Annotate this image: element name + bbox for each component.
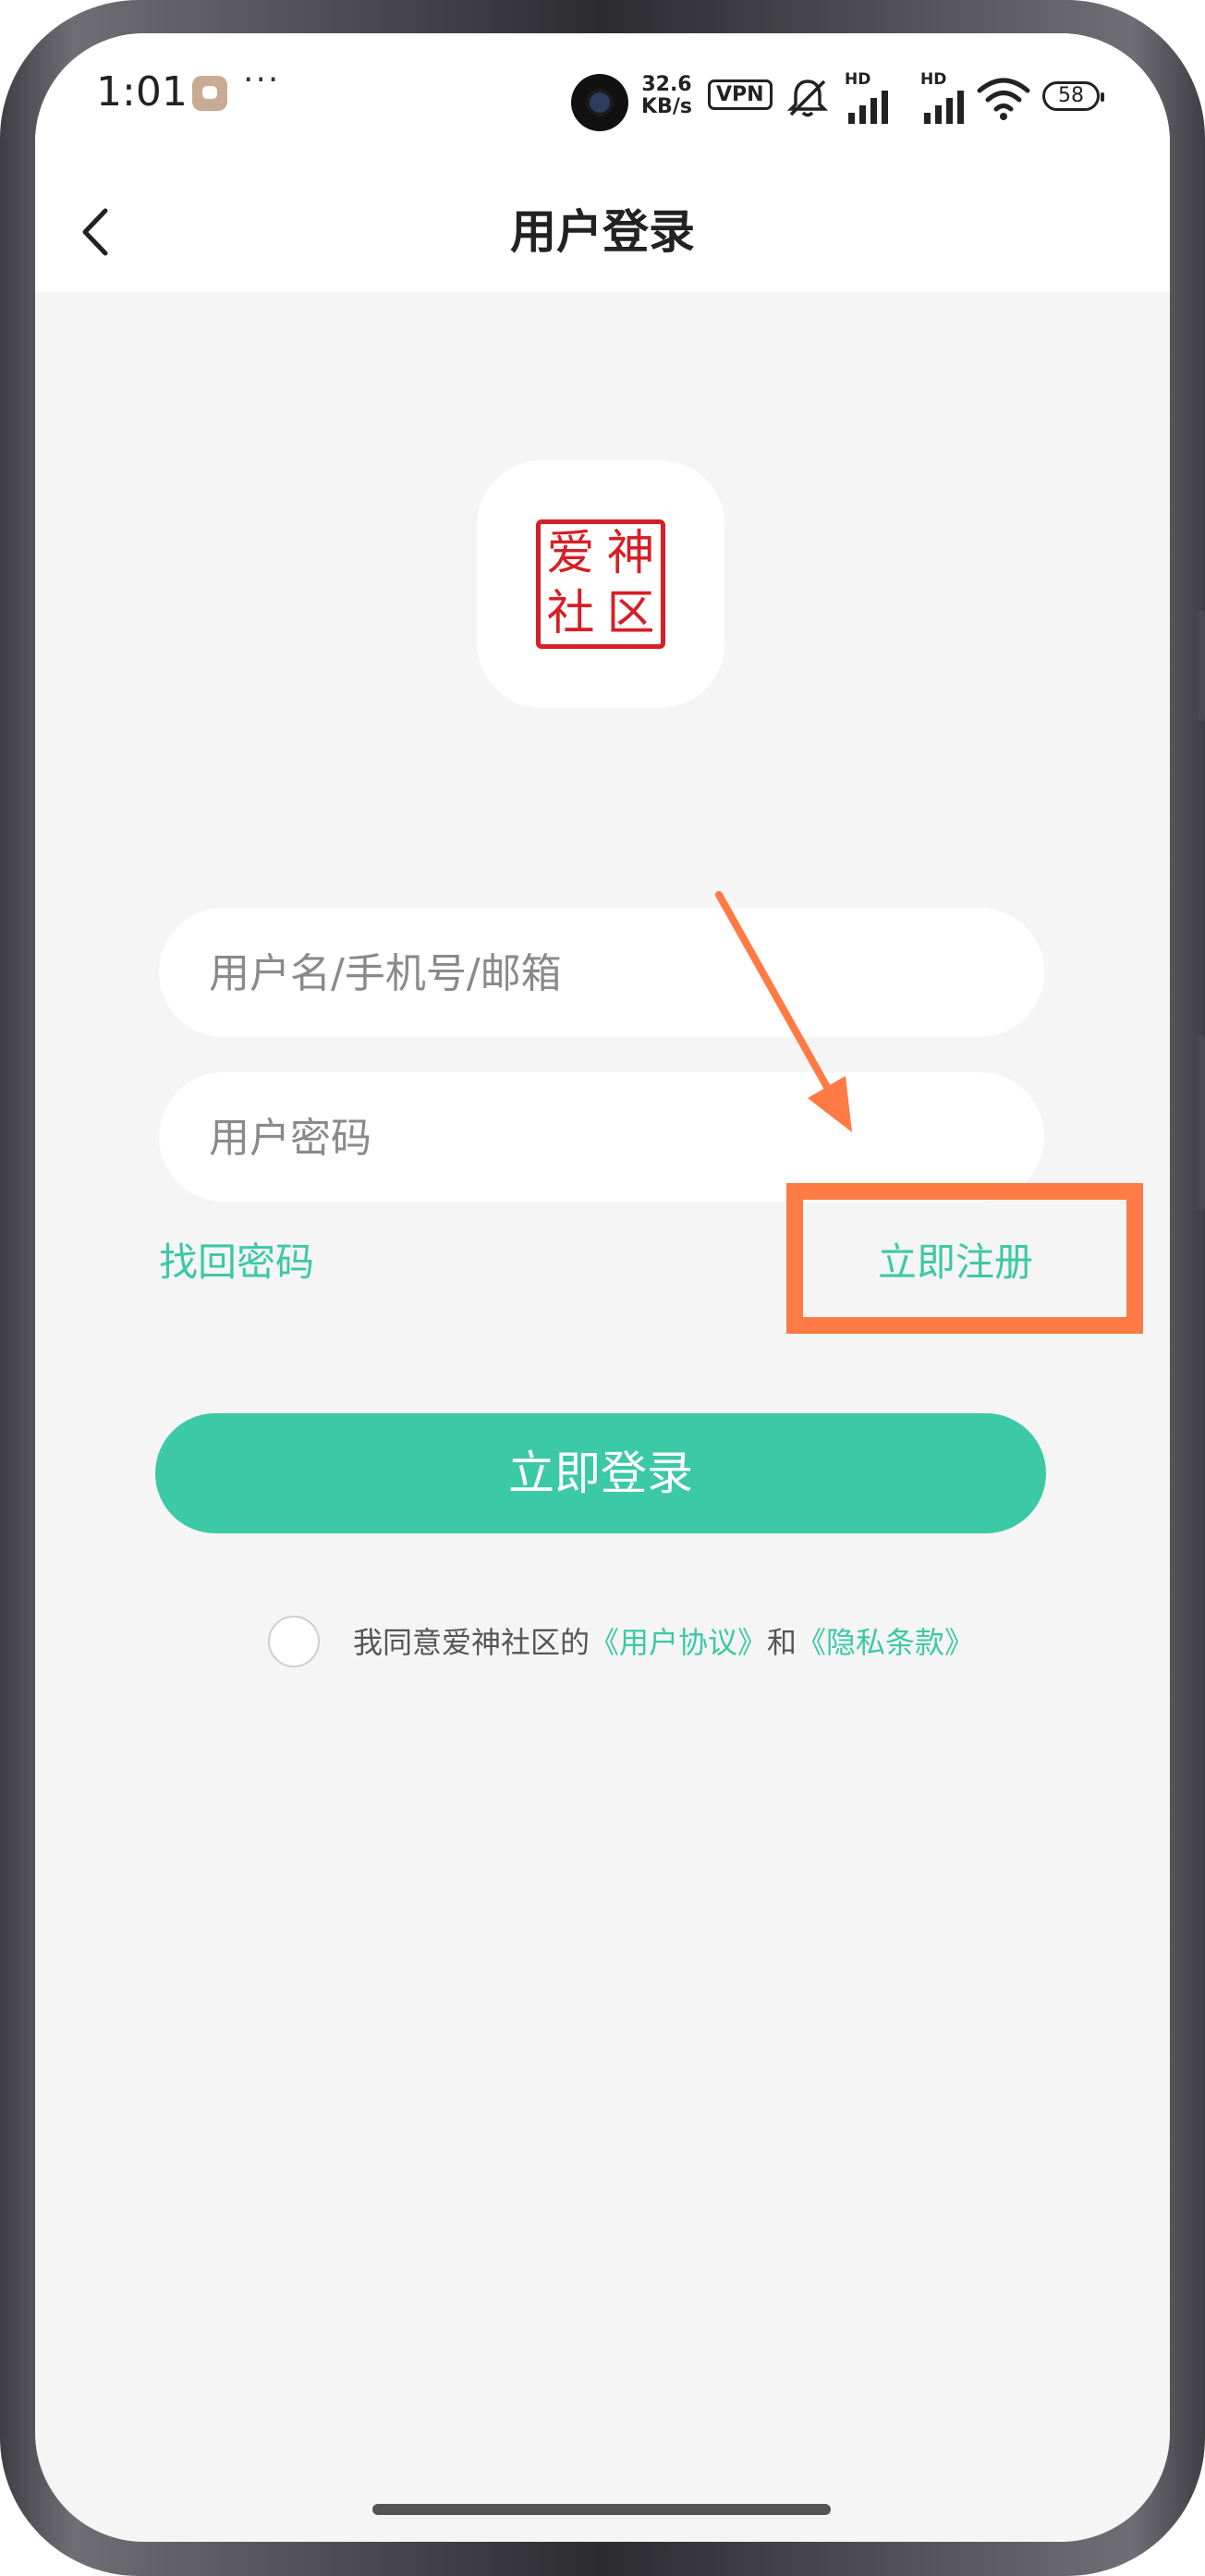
battery-indicator: 58: [1042, 81, 1104, 111]
signal-2: HD: [920, 70, 980, 126]
signal-1: HD: [845, 70, 904, 126]
network-speed: 32.6 KB/s: [641, 74, 692, 118]
username-field[interactable]: [159, 908, 1044, 1039]
signal-1-label: HD: [845, 70, 871, 89]
network-speed-value: 32.6: [641, 73, 692, 96]
status-bar: 1:01 ··· 32.6 KB/s VPN HD HD 58: [35, 33, 1170, 172]
signal-bars-icon: [924, 91, 964, 124]
phone-frame: 1:01 ··· 32.6 KB/s VPN HD HD 58 用户登录 爱 神…: [0, 0, 1205, 2576]
privacy-policy-link[interactable]: 《隐私条款》: [797, 1625, 974, 1660]
seal-logo: 爱 神 社 区: [536, 519, 665, 649]
app-notification-icon: [192, 76, 227, 111]
side-button: [1198, 1035, 1205, 1211]
side-button: [1198, 610, 1205, 721]
user-agreement-link[interactable]: 《用户协议》: [590, 1625, 767, 1660]
bell-off-icon: [786, 79, 829, 117]
home-indicator[interactable]: [372, 2504, 831, 2515]
register-link[interactable]: 立即注册: [878, 1235, 1033, 1290]
forgot-password-link[interactable]: 找回密码: [159, 1235, 314, 1290]
signal-bars-icon: [848, 91, 888, 124]
password-field[interactable]: [159, 1072, 1044, 1203]
seal-char: 爱: [546, 526, 595, 581]
front-camera: [571, 74, 628, 131]
agreement-conjunction: 和: [767, 1625, 797, 1660]
agreement-text: 我同意爱神社区的《用户协议》和《隐私条款》: [353, 1619, 974, 1666]
seal-char: 区: [606, 586, 655, 641]
wifi-icon: [977, 78, 1030, 120]
seal-char: 社: [546, 586, 595, 641]
login-button[interactable]: 立即登录: [155, 1413, 1046, 1533]
nav-bar: 用户登录: [35, 172, 1170, 292]
username-input[interactable]: [207, 908, 1005, 1039]
more-notifications-icon: ···: [243, 61, 281, 99]
vpn-badge: VPN: [708, 79, 773, 110]
network-speed-unit: KB/s: [641, 95, 692, 118]
signal-2-label: HD: [920, 70, 947, 89]
app-logo: 爱 神 社 区: [477, 460, 724, 708]
password-input[interactable]: [207, 1072, 1005, 1203]
screen: 1:01 ··· 32.6 KB/s VPN HD HD 58 用户登录 爱 神…: [35, 33, 1170, 2542]
agreement-prefix: 我同意爱神社区的: [353, 1625, 590, 1660]
seal-char: 神: [606, 526, 655, 581]
agreement-checkbox[interactable]: [268, 1616, 320, 1667]
page-title: 用户登录: [510, 205, 695, 259]
status-time: 1:01: [96, 68, 188, 116]
